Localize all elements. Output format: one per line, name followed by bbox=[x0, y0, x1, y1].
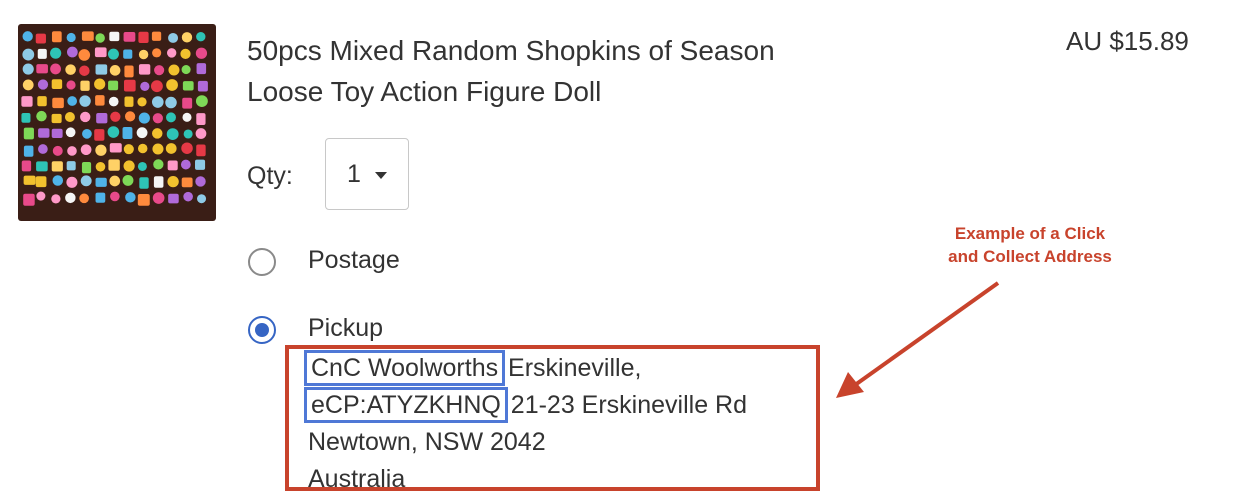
annotation-arrow-icon bbox=[836, 281, 1000, 398]
